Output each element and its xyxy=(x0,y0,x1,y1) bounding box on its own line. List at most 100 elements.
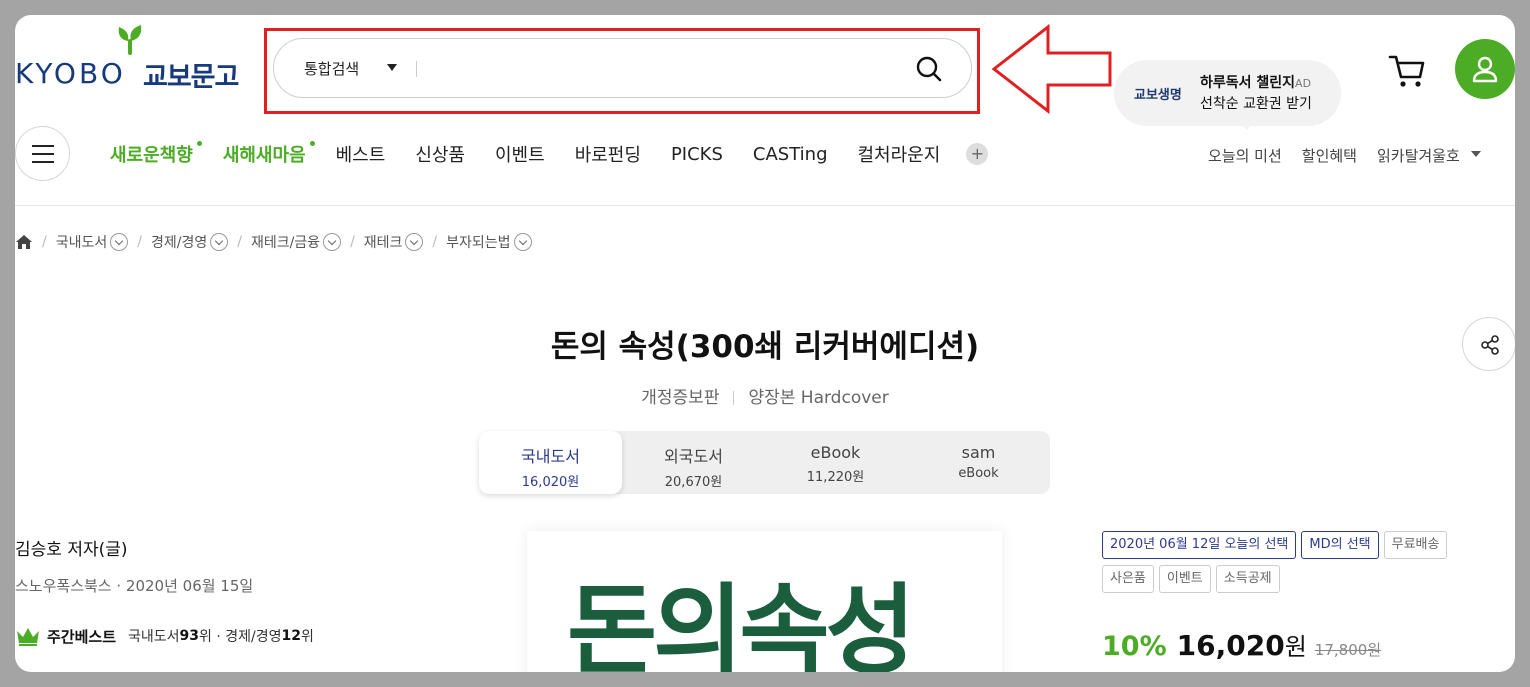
publisher-date: 스노우폭스북스 · 2020년 06월 15일 xyxy=(15,577,254,595)
binding-label: 양장본 Hardcover xyxy=(748,388,889,408)
tab-foreign-book[interactable]: 외국도서 20,670원 xyxy=(622,431,765,494)
badge-event: 이벤트 xyxy=(1158,565,1211,593)
weekly-best-rank: 주간베스트 국내도서 93 위 · 경제/경영 12 위 xyxy=(15,625,314,647)
tab-name: eBook xyxy=(810,443,861,462)
nav-today-mission[interactable]: 오늘의 미션 xyxy=(1208,145,1282,166)
product-subtitle: 개정증보판 양장본 Hardcover xyxy=(15,383,1515,408)
hamburger-menu-button[interactable] xyxy=(15,126,70,181)
main-nav: 새로운책향 새해새마음 베스트 신상품 이벤트 바로펀딩 PICKS CASTi… xyxy=(110,141,989,167)
badge-tax-deduction: 소득공제 xyxy=(1215,565,1280,593)
ad-line1-text: 하루독서 챌린지 xyxy=(1200,75,1296,91)
user-icon xyxy=(1472,56,1498,83)
breadcrumb-separator: / xyxy=(237,234,242,250)
nav-item-picks[interactable]: PICKS xyxy=(671,144,723,165)
rank-text3: 위 xyxy=(300,629,314,645)
nav-more-plus-icon[interactable]: + xyxy=(966,143,989,165)
tab-price: 11,220원 xyxy=(806,470,865,485)
tab-ebook[interactable]: eBook 11,220원 xyxy=(764,431,907,494)
search-divider xyxy=(416,61,417,77)
rank-label: 주간베스트 xyxy=(47,627,117,646)
tab-sam[interactable]: sam eBook xyxy=(907,431,1050,494)
menu-line xyxy=(32,153,54,155)
sale-price: 16,020 xyxy=(1176,629,1285,662)
ad-line2: 선착순 교환권 받기 xyxy=(1200,96,1312,112)
search-category-select[interactable]: 통합검색 xyxy=(304,58,359,79)
tab-price: eBook xyxy=(958,466,999,481)
breadcrumb-item[interactable]: 재테크 xyxy=(364,232,403,252)
user-avatar-button[interactable] xyxy=(1455,39,1515,99)
share-button[interactable] xyxy=(1462,317,1515,371)
nav-item-label: 새해새마음 xyxy=(222,145,306,166)
dropdown-triangle-icon[interactable] xyxy=(1470,151,1481,157)
format-tabs: 국내도서 16,020원 외국도서 20,670원 eBook 11,220원 … xyxy=(479,431,1050,494)
author-link[interactable]: 김승호 저자(글) xyxy=(15,535,128,560)
breadcrumb-separator: / xyxy=(42,234,47,250)
nav-item-new-year[interactable]: 새해새마음 xyxy=(222,141,315,167)
breadcrumb-separator: / xyxy=(432,234,438,250)
caret-down-icon[interactable] xyxy=(387,64,397,71)
rank-text2: 위 · 경제/경영 xyxy=(199,629,282,645)
nav-item-best[interactable]: 베스트 xyxy=(336,141,386,167)
nav-item-new-books[interactable]: 새로운책향 xyxy=(110,141,202,167)
nav-item-casting[interactable]: CASTing xyxy=(753,144,828,165)
badge-today-pick: 2020년 06월 12일 오늘의 선택 xyxy=(1102,531,1297,559)
ad-bubble-tail xyxy=(1242,124,1252,130)
price-block: 10% 16,020 원 17,800원 xyxy=(1102,627,1381,662)
nav-winter-issue[interactable]: 읽카탈겨울호 xyxy=(1377,145,1460,166)
nav-item-new-products[interactable]: 신상품 xyxy=(415,141,465,167)
kyobo-logo[interactable]: KYOBO 교보문고 xyxy=(15,19,255,99)
breadcrumb-separator: / xyxy=(350,234,355,250)
rank-value-2: 12 xyxy=(281,628,301,644)
rank-text1: 국내도서 xyxy=(128,629,180,645)
right-nav: 오늘의 미션 할인혜택 읽카탈겨울호 xyxy=(1208,145,1481,166)
new-dot xyxy=(309,141,315,146)
badge-gift: 사은품 xyxy=(1102,565,1154,593)
nav-divider xyxy=(15,205,1515,206)
search-icon[interactable] xyxy=(914,54,944,84)
share-icon xyxy=(1481,335,1499,355)
tab-name: sam xyxy=(961,443,996,462)
breadcrumb-item[interactable]: 국내도서 xyxy=(56,232,108,252)
breadcrumb-item[interactable]: 경제/경영 xyxy=(151,232,207,252)
rank-value-1: 93 xyxy=(179,628,200,644)
new-dot xyxy=(196,141,202,146)
nav-item-culture-lounge[interactable]: 컬처라운지 xyxy=(858,141,941,167)
nav-item-funding[interactable]: 바로펀딩 xyxy=(575,141,641,167)
badge-free-shipping: 무료배송 xyxy=(1383,531,1448,559)
chevron-down-icon[interactable] xyxy=(405,233,424,251)
ad-line1: 하루독서 챌린지AD xyxy=(1200,72,1311,92)
logo-ko-text: 교보문고 xyxy=(143,62,239,93)
breadcrumb-separator: / xyxy=(137,234,142,250)
book-cover-image[interactable]: 돈의속성 xyxy=(527,531,1002,672)
edition-label: 개정증보판 xyxy=(641,388,720,408)
search-bar: 통합검색 xyxy=(273,38,972,98)
product-title: 돈의 속성(300쇄 리커버에디션) xyxy=(550,329,980,365)
chevron-down-icon[interactable] xyxy=(210,233,229,251)
original-price: 17,800원 xyxy=(1314,641,1382,659)
badge-md-pick: MD의 선택 xyxy=(1301,531,1379,559)
breadcrumb-item[interactable]: 재테크/금융 xyxy=(251,232,320,252)
leaf-icon xyxy=(118,25,142,55)
subtitle-divider xyxy=(733,391,735,405)
tab-name: 국내도서 xyxy=(521,447,580,466)
nav-discount-benefits[interactable]: 할인혜택 xyxy=(1302,145,1357,166)
logo-en-text: KYOBO xyxy=(15,57,126,90)
chevron-down-icon[interactable] xyxy=(110,233,129,251)
ad-banner[interactable]: 교보생명 하루독서 챌린지AD 선착순 교환권 받기 xyxy=(1114,60,1341,130)
menu-line xyxy=(32,145,54,147)
tab-price: 20,670원 xyxy=(664,475,723,490)
search-input[interactable] xyxy=(426,53,896,85)
page-frame: KYOBO 교보문고 통합검색 교보생명 하루독서 챌린지AD 선착순 교환권 … xyxy=(15,15,1515,672)
breadcrumb-item[interactable]: 부자되는법 xyxy=(446,232,510,252)
currency-unit: 원 xyxy=(1284,633,1307,661)
home-icon[interactable] xyxy=(15,234,33,250)
nav-item-events[interactable]: 이벤트 xyxy=(495,141,545,167)
discount-rate: 10% xyxy=(1102,631,1167,662)
tab-price: 16,020원 xyxy=(521,475,580,490)
tab-domestic-book[interactable]: 국내도서 16,020원 xyxy=(479,431,622,494)
menu-line xyxy=(32,161,54,163)
chevron-down-icon[interactable] xyxy=(513,233,532,251)
cart-icon[interactable] xyxy=(1388,53,1426,89)
cover-title-text: 돈의속성 xyxy=(567,574,916,672)
chevron-down-icon[interactable] xyxy=(323,233,342,251)
